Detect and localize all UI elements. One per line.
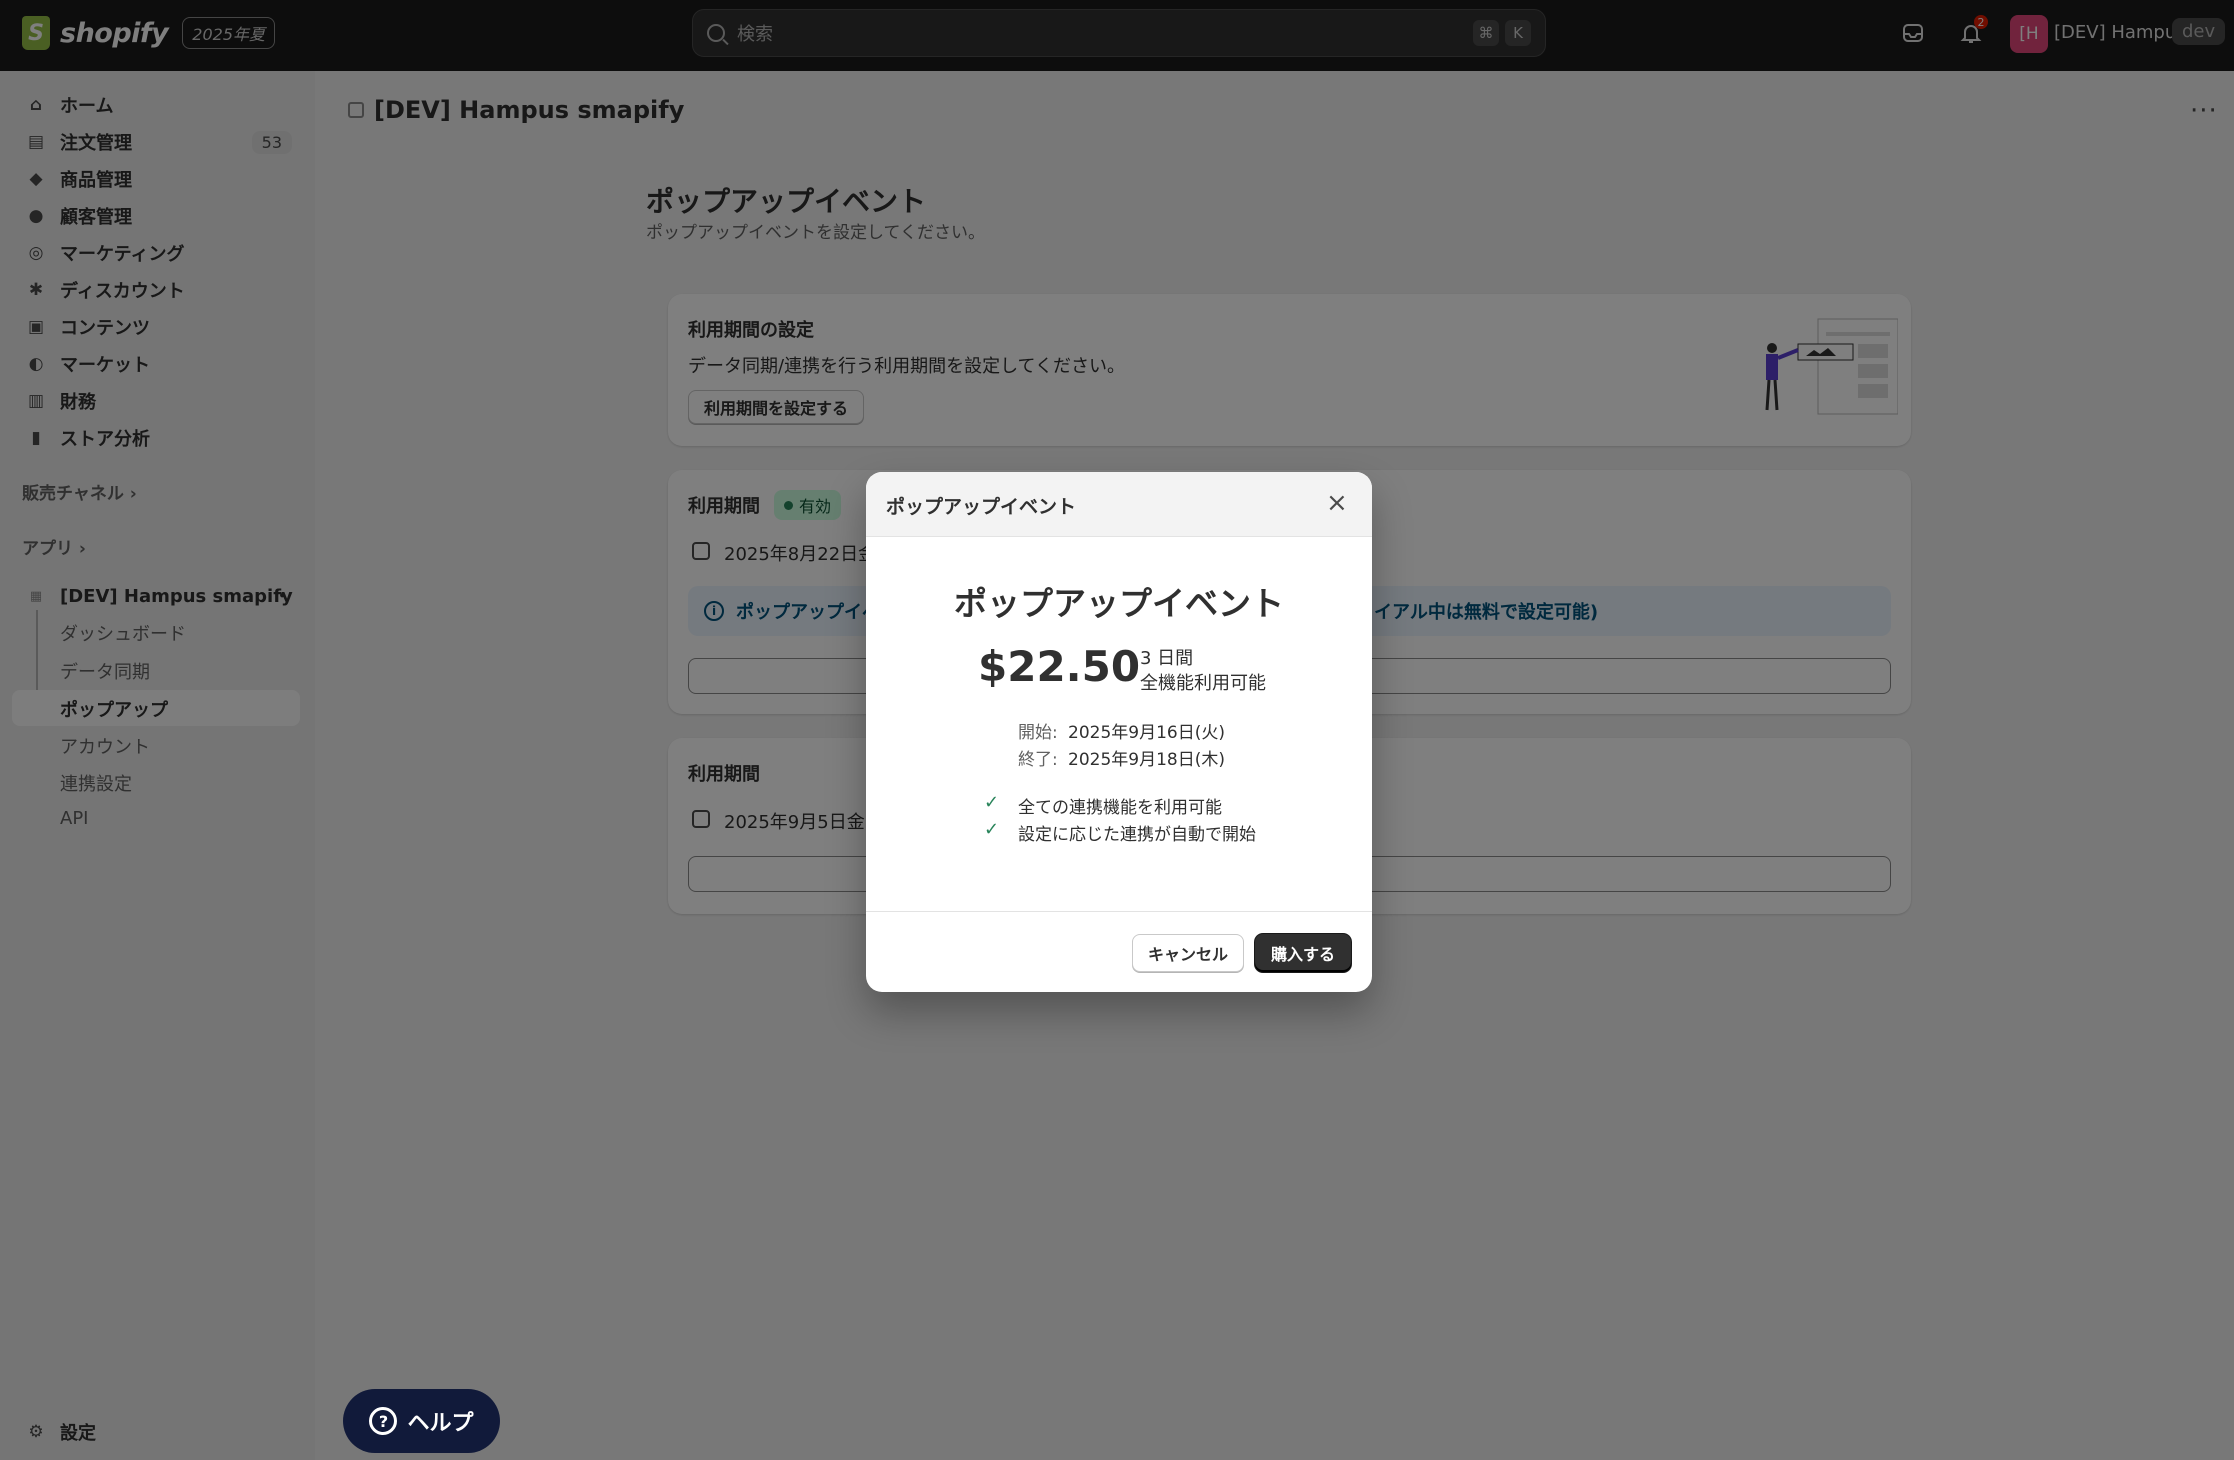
- duration: 3 日間: [1140, 648, 1194, 669]
- help-label: ヘルプ: [407, 1411, 474, 1436]
- modal-headline: ポップアップイベント: [954, 584, 1284, 623]
- price: $22.50: [978, 642, 1141, 691]
- all-features-note: 全機能利用可能: [1140, 673, 1266, 694]
- purchase-modal: ポップアップイベント × ポップアップイベント $22.50 3 日間 全機能利…: [866, 472, 1372, 992]
- check-icon: ✓: [984, 792, 1000, 813]
- check-icon: ✓: [984, 819, 1000, 840]
- start-date: 2025年9月16日(火): [1068, 723, 1225, 743]
- end-date: 2025年9月18日(木): [1068, 750, 1225, 770]
- end-label: 終了:: [1018, 750, 1058, 770]
- modal-header: ポップアップイベント ×: [866, 472, 1372, 537]
- close-icon[interactable]: ×: [1326, 490, 1348, 516]
- question-icon: ?: [369, 1407, 398, 1435]
- help-button[interactable]: ? ヘルプ: [343, 1389, 500, 1453]
- start-label: 開始:: [1018, 723, 1058, 743]
- purchase-button[interactable]: 購入する: [1255, 934, 1351, 972]
- modal-title: ポップアップイベント: [886, 496, 1077, 518]
- cancel-button[interactable]: キャンセル: [1132, 934, 1244, 972]
- feature-item: 設定に応じた連携が自動で開始: [1018, 825, 1256, 845]
- feature-item: 全ての連携機能を利用可能: [1018, 798, 1222, 818]
- modal-footer: キャンセル 購入する: [866, 911, 1372, 992]
